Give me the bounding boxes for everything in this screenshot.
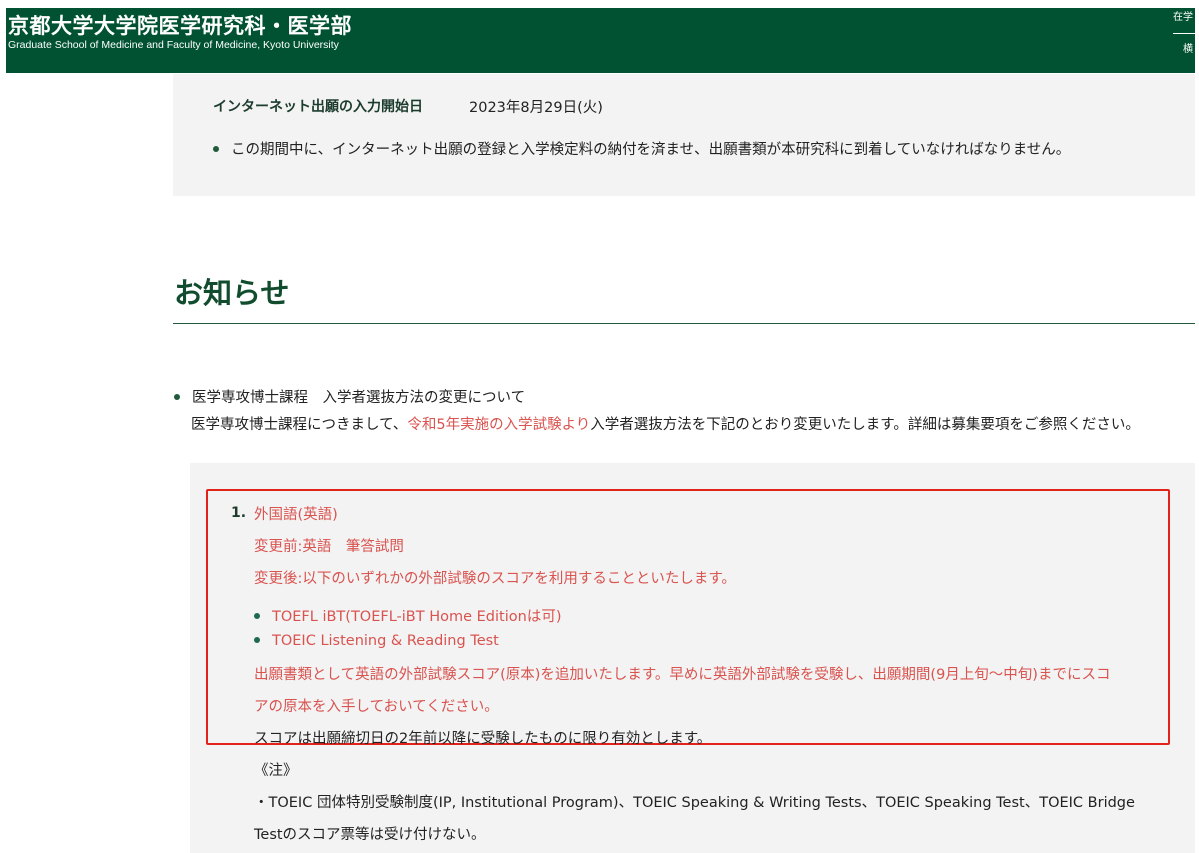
notice-body-post: 入学者選抜方法を下記のとおり変更いたします。詳細は募集要項をご参照ください。 — [590, 417, 1140, 433]
change-heading: 外国語(英語) — [254, 507, 338, 523]
site-header: 京都大学大学院医学研究科・医学部 Graduate School of Medi… — [6, 8, 1195, 73]
header-divider — [1173, 33, 1195, 34]
validity-note: スコアは出願締切日の2年前以降に受験したものに限り有効とします。 — [254, 731, 712, 747]
notice-heading: お知らせ — [174, 276, 290, 310]
submit-note-line-2: アの原本を入手しておいてください。 — [254, 699, 499, 715]
change-before: 変更前:英語 筆答試問 — [254, 539, 404, 555]
test-item-toefl: TOEFL iBT(TOEFL-iBT Home Editionは可) — [254, 605, 561, 626]
test-item-label: TOEIC Listening & Reading Test — [272, 633, 499, 649]
schedule-panel: インターネット出願の入力開始日 2023年8月29日(火) この期間中に、インタ… — [173, 74, 1195, 196]
note-line-1: ・TOEIC 団体特別受験制度(IP, Institutional Progra… — [254, 795, 1135, 811]
bullet-icon — [254, 613, 260, 619]
header-link-bottom[interactable]: 横 — [1183, 40, 1193, 55]
bullet-icon — [254, 637, 260, 643]
schedule-note-text: この期間中に、インターネット出願の登録と入学検定料の納付を済ませ、出願書類が本研… — [231, 142, 1071, 158]
notice-divider — [173, 323, 1195, 324]
schedule-label: インターネット出願の入力開始日 — [213, 99, 423, 115]
notice-body-pre: 医学専攻博士課程につきまして、 — [191, 417, 408, 433]
change-after: 変更後:以下のいずれかの外部試験のスコアを利用することといたします。 — [254, 571, 736, 587]
list-number: 1. — [231, 505, 247, 521]
bullet-icon — [213, 146, 219, 152]
notice-item-title: 医学専攻博士課程 入学者選抜方法の変更について — [192, 390, 526, 406]
site-title[interactable]: 京都大学大学院医学研究科・医学部 — [8, 10, 352, 40]
schedule-date: 2023年8月29日(火) — [469, 100, 603, 116]
notice-item-body: 医学専攻博士課程につきまして、令和5年実施の入学試験より入学者選抜方法を下記のと… — [191, 413, 1140, 434]
note-label: 《注》 — [254, 763, 298, 779]
header-link-current-students[interactable]: 在学 — [1173, 8, 1193, 23]
test-item-toeic: TOEIC Listening & Reading Test — [254, 633, 499, 649]
note-line-2: Testのスコア票等は受け付けない。 — [254, 827, 486, 843]
bullet-icon — [174, 394, 180, 400]
notice-body-highlight: 令和5年実施の入学試験より — [407, 417, 591, 433]
notice-item-heading: 医学専攻博士課程 入学者選抜方法の変更について — [174, 386, 525, 407]
submit-note-line-1: 出願書類として英語の外部試験スコア(原本)を追加いたします。早めに英語外部試験を… — [254, 667, 1111, 683]
test-item-label: TOEFL iBT(TOEFL-iBT Home Editionは可) — [272, 609, 562, 625]
schedule-note: この期間中に、インターネット出願の登録と入学検定料の納付を済ませ、出願書類が本研… — [213, 138, 1070, 159]
site-subtitle: Graduate School of Medicine and Faculty … — [8, 39, 339, 51]
